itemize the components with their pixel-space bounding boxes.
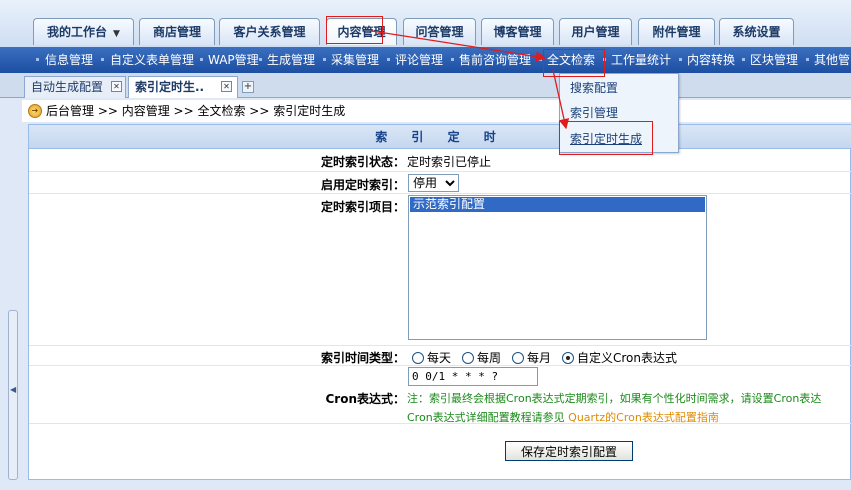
- radio-monthly-label: 每月: [527, 351, 552, 365]
- doctab-label: 索引定时生..: [135, 80, 205, 94]
- subnav-other-management[interactable]: 其他管: [814, 47, 850, 73]
- form-row-status: 定时索引状态： 定时索引已停止: [29, 149, 851, 172]
- tab-label: 附件管理: [652, 25, 701, 39]
- status-label: 定时索引状态：: [320, 155, 405, 169]
- subnav-workload-stats[interactable]: 工作量统计: [611, 47, 671, 73]
- add-tab-icon[interactable]: +: [242, 81, 254, 93]
- dropdown-item-index-schedule[interactable]: 索引定时生成: [570, 129, 642, 149]
- subnav-custom-form[interactable]: 自定义表单管理: [110, 47, 194, 73]
- fulltext-search-dropdown: 搜索配置 索引管理 索引定时生成: [559, 73, 679, 153]
- tab-content-management[interactable]: 内容管理: [326, 18, 397, 45]
- bullet-icon: [742, 58, 745, 61]
- tab-user-management[interactable]: 用户管理: [559, 18, 632, 45]
- tab-label: 商店管理: [152, 25, 201, 39]
- cron-label: Cron表达式：: [325, 392, 405, 406]
- bullet-icon: [387, 58, 390, 61]
- main-tab-bar: 我的工作台 ▼ 商店管理 客户关系管理 内容管理 问答管理 博客管理 用户管理 附…: [0, 0, 851, 47]
- tab-my-workbench[interactable]: 我的工作台 ▼: [33, 18, 134, 45]
- tab-crm[interactable]: 客户关系管理: [219, 18, 320, 45]
- bullet-icon: [539, 58, 542, 61]
- collapse-sidebar-handle[interactable]: ◀: [8, 310, 18, 480]
- doctab-label: 自动生成配置: [31, 80, 104, 94]
- subnav-block-management[interactable]: 区块管理: [750, 47, 798, 73]
- breadcrumb-text: 后台管理 >> 内容管理 >> 全文检索 >> 索引定时生成: [46, 104, 346, 118]
- bullet-icon: [451, 58, 454, 61]
- bullet-icon: [101, 58, 104, 61]
- bullet-icon: [679, 58, 682, 61]
- time-type-label: 索引时间类型：: [320, 351, 405, 365]
- tab-blog-management[interactable]: 博客管理: [481, 18, 554, 45]
- close-icon[interactable]: ✕: [111, 81, 122, 92]
- subnav-wap-management[interactable]: WAP管理: [208, 47, 259, 73]
- cron-expression-input[interactable]: [408, 367, 538, 386]
- subnav-generate-management[interactable]: 生成管理: [267, 47, 315, 73]
- radio-weekly[interactable]: [462, 352, 474, 364]
- document-tab-strip: 自动生成配置 ✕ 索引定时生.. ✕ +: [0, 73, 851, 98]
- bullet-icon: [200, 58, 203, 61]
- quartz-guide-link[interactable]: Quartz的Cron表达式配置指南: [568, 411, 719, 424]
- cron-note-line2: Cron表达式详细配置教程请参见 Quartz的Cron表达式配置指南: [407, 409, 719, 425]
- enable-label: 启用定时索引：: [320, 178, 405, 192]
- subnav-content-convert[interactable]: 内容转换: [687, 47, 735, 73]
- tab-label: 内容管理: [337, 25, 386, 39]
- bullet-icon: [36, 58, 39, 61]
- close-icon[interactable]: ✕: [221, 81, 232, 92]
- subnav-fulltext-search[interactable]: 全文检索: [547, 47, 595, 73]
- form-row-enable: 启用定时索引： 停用: [29, 172, 851, 194]
- tab-system-settings[interactable]: 系统设置: [719, 18, 794, 45]
- radio-monthly[interactable]: [512, 352, 524, 364]
- tab-label: 博客管理: [493, 25, 542, 39]
- dropdown-item-search-config[interactable]: 搜索配置: [570, 78, 618, 98]
- cron-note-line1: 注：索引最终会根据Cron表达式定期索引，如果有个性化时间需求，请设置Cron表…: [407, 392, 822, 405]
- breadcrumb: ➔ 后台管理 >> 内容管理 >> 全文检索 >> 索引定时生成: [22, 100, 851, 122]
- bullet-icon: [323, 58, 326, 61]
- tab-label: 系统设置: [732, 25, 781, 39]
- radio-custom-cron[interactable]: [562, 352, 574, 364]
- radio-daily[interactable]: [412, 352, 424, 364]
- index-schedule-panel: 索 引 定 时 定时索引状态： 定时索引已停止 启用定时索引： 停用 定时索引项…: [28, 124, 851, 480]
- tab-shop-management[interactable]: 商店管理: [139, 18, 215, 45]
- index-items-listbox[interactable]: 示范索引配置: [408, 195, 707, 340]
- chevron-left-icon: ◀: [10, 385, 17, 394]
- chevron-down-icon[interactable]: ▼: [113, 29, 120, 39]
- save-schedule-button[interactable]: 保存定时索引配置: [505, 441, 633, 461]
- enable-select[interactable]: 停用: [408, 174, 459, 192]
- tab-attachment-management[interactable]: 附件管理: [638, 18, 715, 45]
- bullet-icon: [806, 58, 809, 61]
- dropdown-item-index-management[interactable]: 索引管理: [570, 103, 618, 123]
- home-icon: ➔: [28, 104, 42, 118]
- bullet-icon: [259, 58, 262, 61]
- radio-custom-cron-label: 自定义Cron表达式: [577, 351, 677, 365]
- subnav-collect-management[interactable]: 采集管理: [331, 47, 379, 73]
- tab-label: 用户管理: [571, 25, 620, 39]
- list-item[interactable]: 示范索引配置: [410, 197, 705, 212]
- status-value: 定时索引已停止: [407, 155, 492, 169]
- tab-qa-management[interactable]: 问答管理: [403, 18, 476, 45]
- tab-label: 客户关系管理: [233, 25, 306, 39]
- subnav-presale-consult[interactable]: 售前咨询管理: [459, 47, 531, 73]
- bullet-icon: [603, 58, 606, 61]
- note-prefix: Cron表达式详细配置教程请参见: [407, 411, 569, 424]
- doctab-auto-generate-config[interactable]: 自动生成配置 ✕: [24, 76, 126, 98]
- radio-weekly-label: 每周: [477, 351, 502, 365]
- items-label: 定时索引项目：: [320, 200, 405, 214]
- sub-nav-bar: 信息管理 自定义表单管理 WAP管理 生成管理 采集管理 评论管理 售前咨询管理…: [0, 47, 851, 73]
- doctab-index-schedule[interactable]: 索引定时生.. ✕: [128, 76, 238, 98]
- panel-title: 索 引 定 时: [29, 125, 851, 149]
- subnav-comment-management[interactable]: 评论管理: [395, 47, 443, 73]
- radio-daily-label: 每天: [427, 351, 452, 365]
- tab-label: 问答管理: [415, 25, 464, 39]
- subnav-info-management[interactable]: 信息管理: [45, 47, 93, 73]
- left-gutter: ◀: [0, 98, 20, 490]
- tab-label: 我的工作台: [47, 25, 108, 39]
